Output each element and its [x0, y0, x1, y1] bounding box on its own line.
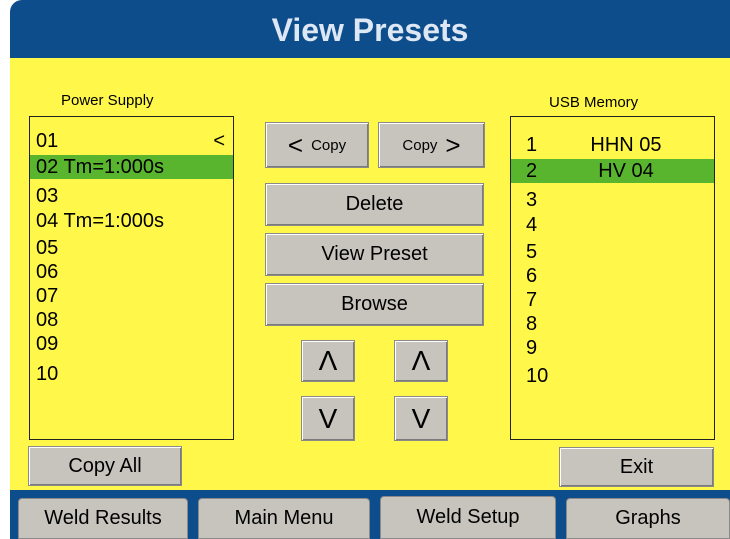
list-item[interactable]: 06 [30, 260, 233, 284]
preset-text: 08 [36, 309, 59, 331]
list-item[interactable]: 01 < [30, 129, 233, 153]
list-item[interactable]: 8 [511, 312, 714, 336]
slot-number: 6 [526, 265, 538, 287]
slot-number: 4 [526, 214, 538, 236]
tab-weld-results[interactable]: Weld Results [18, 498, 188, 539]
list-item[interactable]: 10 [30, 362, 233, 386]
preset-name: HHN 05 [590, 134, 662, 156]
list-item[interactable]: 03 [30, 184, 233, 208]
tab-weld-setup[interactable]: Weld Setup [380, 496, 556, 539]
copy-right-label: Copy [402, 136, 438, 154]
slot-number: 2 [526, 160, 538, 182]
slot-number: 3 [526, 189, 538, 211]
list-item[interactable]: 04 Tm=1:000s [30, 209, 233, 233]
preset-text: 07 [36, 285, 59, 307]
view-preset-button[interactable]: View Preset [265, 233, 484, 276]
scroll-down-right-button[interactable]: V [394, 396, 448, 441]
slot-number: 9 [526, 337, 538, 359]
slot-number: 10 [526, 365, 549, 387]
list-item[interactable]: 2 HV 04 [511, 159, 714, 183]
up-arrow-icon: Λ [411, 345, 431, 376]
exit-button[interactable]: Exit [559, 447, 714, 487]
list-item[interactable]: 6 [511, 264, 714, 288]
delete-button[interactable]: Delete [265, 183, 484, 226]
list-item[interactable]: 3 [511, 188, 714, 212]
preset-text: 05 [36, 237, 59, 259]
list-item[interactable]: 4 [511, 213, 714, 237]
copy-left-label: Copy [311, 136, 347, 154]
usb-memory-list[interactable]: 1 HHN 05 2 HV 04 3 4 5 6 7 8 9 10 [510, 116, 715, 440]
page-title: View Presets [271, 12, 469, 48]
slot-number: 1 [526, 134, 538, 156]
scroll-up-right-button[interactable]: Λ [394, 340, 448, 382]
list-item[interactable]: 7 [511, 288, 714, 312]
list-item[interactable]: 09 [30, 332, 233, 356]
tab-main-menu[interactable]: Main Menu [198, 498, 370, 539]
preset-name: HV 04 [598, 160, 654, 182]
slot-number: 8 [526, 313, 538, 335]
right-arrow-icon: > [445, 129, 461, 160]
list-item[interactable]: 10 [511, 364, 714, 388]
header-bar: View Presets [10, 0, 730, 58]
up-arrow-icon: Λ [318, 345, 338, 376]
scroll-down-left-button[interactable]: V [301, 396, 355, 441]
preset-text: 02 Tm=1:000s [36, 156, 165, 178]
usb-memory-label: USB Memory [549, 94, 639, 111]
preset-text: 06 [36, 261, 59, 283]
list-item[interactable]: 08 [30, 308, 233, 332]
power-supply-label: Power Supply [61, 92, 154, 109]
list-item[interactable]: 1 HHN 05 [511, 133, 714, 157]
slot-number: 5 [526, 241, 538, 263]
tab-graphs[interactable]: Graphs [566, 498, 730, 539]
left-arrow-icon: < [287, 129, 304, 160]
copy-to-power-supply-button[interactable]: < Copy [265, 122, 369, 168]
preset-text: 10 [36, 363, 59, 385]
selection-marker: < [213, 130, 225, 152]
list-item[interactable]: 9 [511, 336, 714, 360]
preset-text: 01 [36, 130, 59, 152]
list-item[interactable]: 07 [30, 284, 233, 308]
preset-text: 04 Tm=1:000s [36, 210, 165, 232]
down-arrow-icon: V [318, 402, 338, 434]
down-arrow-icon: V [411, 402, 431, 434]
scroll-up-left-button[interactable]: Λ [301, 340, 355, 382]
list-item[interactable]: 5 [511, 240, 714, 264]
slot-number: 7 [526, 289, 538, 311]
preset-text: 09 [36, 333, 59, 355]
browse-button[interactable]: Browse [265, 283, 484, 326]
copy-all-button[interactable]: Copy All [28, 446, 182, 486]
presets-panel: Power Supply 01 < 02 Tm=1:000s 03 04 Tm=… [10, 58, 730, 490]
list-item[interactable]: 05 [30, 236, 233, 260]
power-supply-list[interactable]: 01 < 02 Tm=1:000s 03 04 Tm=1:000s 05 06 … [29, 116, 234, 440]
list-item[interactable]: 02 Tm=1:000s [30, 155, 233, 179]
preset-text: 03 [36, 185, 59, 207]
copy-to-usb-button[interactable]: Copy > [378, 122, 485, 168]
bottom-tab-bar: Weld Results Main Menu Weld Setup Graphs [10, 490, 730, 539]
